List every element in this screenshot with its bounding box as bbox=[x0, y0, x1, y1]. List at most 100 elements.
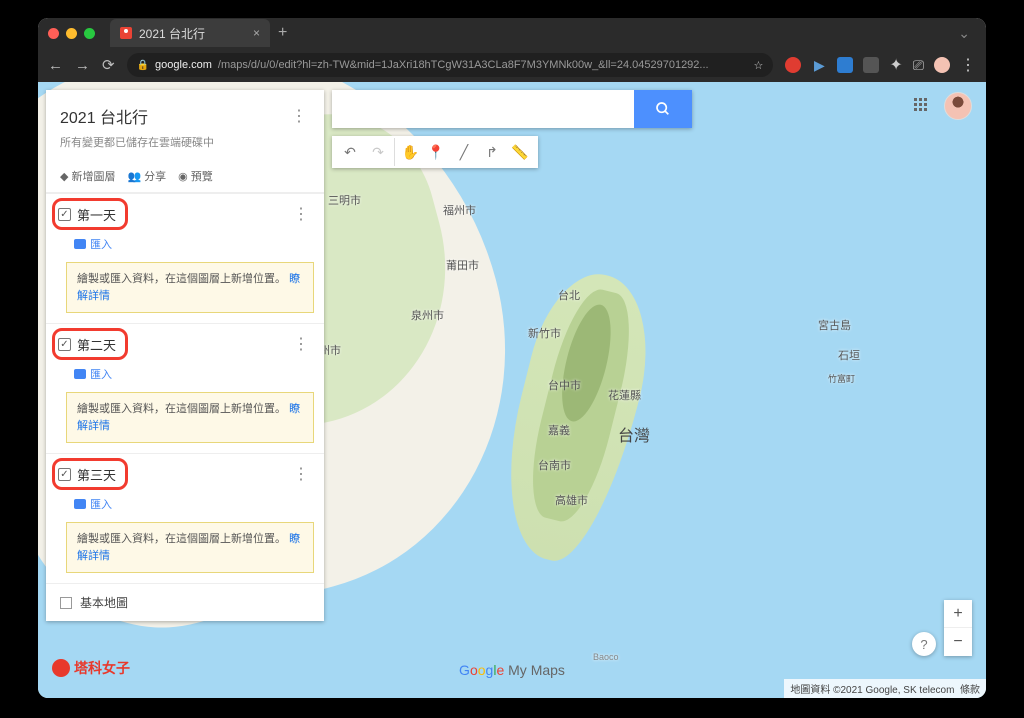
google-mymaps-logo: Google My Maps bbox=[459, 662, 565, 678]
checkbox-icon: ✓ bbox=[58, 208, 71, 221]
tab-title: 2021 台北行 bbox=[139, 25, 205, 42]
city-label: 高雄市 bbox=[555, 492, 588, 508]
import-button[interactable]: 匯入 bbox=[46, 234, 324, 258]
zoom-out-button[interactable]: − bbox=[944, 628, 972, 656]
extensions-menu-icon[interactable]: ✦ bbox=[889, 55, 902, 75]
minimize-window-button[interactable] bbox=[66, 28, 77, 39]
layer-menu-icon[interactable]: ⋮ bbox=[289, 334, 312, 354]
map-attribution: 地圖資料 ©2021 Google, SK telecom 條款 bbox=[784, 679, 986, 698]
bookmark-icon[interactable]: ☆ bbox=[754, 59, 764, 72]
checkbox-icon: ✓ bbox=[58, 338, 71, 351]
back-button[interactable]: ← bbox=[48, 57, 63, 74]
import-button[interactable]: 匯入 bbox=[46, 364, 324, 388]
extension-icon[interactable]: ▶ bbox=[811, 57, 827, 73]
window-titlebar: 2021 台北行 × + ⌄ bbox=[38, 18, 986, 48]
browser-window: 2021 台北行 × + ⌄ ← → ⟳ 🔒 google.com /maps/… bbox=[38, 18, 986, 698]
apps-icon[interactable] bbox=[914, 98, 930, 114]
url-input[interactable]: 🔒 google.com /maps/d/u/0/edit?hl=zh-TW&m… bbox=[127, 53, 774, 77]
region-label: 台灣 bbox=[618, 422, 650, 446]
layer-toggle[interactable]: ✓ 第二天 bbox=[58, 335, 116, 354]
search-icon bbox=[655, 101, 671, 117]
account-avatar[interactable] bbox=[944, 92, 972, 120]
url-host: google.com bbox=[155, 59, 212, 71]
terms-link[interactable]: 條款 bbox=[960, 685, 980, 696]
window-menu-icon[interactable]: ⌄ bbox=[958, 25, 976, 42]
city-label: 台中市 bbox=[548, 377, 581, 393]
url-path: /maps/d/u/0/edit?hl=zh-TW&mid=1JaXri18hT… bbox=[218, 59, 709, 71]
checkbox-icon: ✓ bbox=[58, 468, 71, 481]
city-label: 莆田市 bbox=[446, 257, 479, 273]
line-tool[interactable]: ╱ bbox=[450, 138, 478, 166]
search-bar bbox=[332, 90, 692, 128]
watermark: 塔科女子 bbox=[52, 658, 130, 678]
preview-button[interactable]: ◉ 預覽 bbox=[178, 168, 213, 184]
layer-item: ✓ 第二天 ⋮ 匯入 繪製或匯入資料，在這個圖層上新增位置。 瞭解詳情 bbox=[46, 323, 324, 443]
city-label: 宮古島 bbox=[818, 317, 851, 333]
basemap-row[interactable]: 基本地圖 bbox=[46, 583, 324, 621]
landmass-taiwan bbox=[485, 262, 667, 571]
city-label: 台北 bbox=[558, 287, 580, 303]
forward-button[interactable]: → bbox=[75, 57, 90, 74]
layer-toggle[interactable]: ✓ 第三天 bbox=[58, 465, 116, 484]
import-button[interactable]: 匯入 bbox=[46, 494, 324, 518]
layer-name: 第三天 bbox=[77, 465, 116, 484]
top-right-controls bbox=[914, 92, 972, 120]
import-icon bbox=[74, 369, 86, 379]
pin-icon bbox=[120, 27, 132, 39]
map-title[interactable]: 2021 台北行 bbox=[60, 104, 148, 128]
lock-icon: 🔒 bbox=[137, 60, 149, 71]
undo-button[interactable]: ↶ bbox=[336, 138, 364, 166]
zoom-in-button[interactable]: + bbox=[944, 600, 972, 628]
extensions-row: ▶ ✦ ⎚ ⋮ bbox=[785, 55, 976, 75]
measure-tool[interactable]: 📏 bbox=[506, 138, 534, 166]
reload-button[interactable]: ⟳ bbox=[102, 56, 115, 74]
extension-icon[interactable] bbox=[863, 57, 879, 73]
cast-icon[interactable]: ⎚ bbox=[913, 57, 924, 74]
map-menu-icon[interactable]: ⋮ bbox=[287, 106, 310, 126]
directions-tool[interactable]: ↱ bbox=[478, 138, 506, 166]
side-panel: 2021 台北行 ⋮ 所有變更都已儲存在雲端硬碟中 ◆ 新增圖層 👥 分享 ◉ … bbox=[46, 90, 324, 621]
layer-name: 第一天 bbox=[77, 205, 116, 224]
layer-menu-icon[interactable]: ⋮ bbox=[289, 464, 312, 484]
layer-name: 第二天 bbox=[77, 335, 116, 354]
city-label: 三明市 bbox=[328, 192, 361, 208]
add-layer-button[interactable]: ◆ 新增圖層 bbox=[60, 168, 115, 184]
close-tab-icon[interactable]: × bbox=[253, 26, 260, 40]
pan-tool[interactable]: ✋ bbox=[394, 138, 422, 166]
address-bar-row: ← → ⟳ 🔒 google.com /maps/d/u/0/edit?hl=z… bbox=[38, 48, 986, 82]
edit-toolbar: ↶ ↷ ✋ 📍 ╱ ↱ 📏 bbox=[332, 136, 538, 168]
extension-icon[interactable] bbox=[837, 57, 853, 73]
traffic-lights bbox=[48, 28, 95, 39]
zoom-control: + − bbox=[944, 600, 972, 656]
help-button[interactable]: ? bbox=[912, 632, 936, 656]
city-label: 嘉義 bbox=[548, 422, 570, 438]
save-status: 所有變更都已儲存在雲端硬碟中 bbox=[60, 134, 310, 150]
city-label: 泉州市 bbox=[411, 307, 444, 323]
redo-button[interactable]: ↷ bbox=[364, 138, 392, 166]
marker-tool[interactable]: 📍 bbox=[422, 138, 450, 166]
city-label: 台南市 bbox=[538, 457, 571, 473]
city-label: Baoco bbox=[593, 652, 619, 662]
import-icon bbox=[74, 239, 86, 249]
layer-item: ✓ 第三天 ⋮ 匯入 繪製或匯入資料，在這個圖層上新增位置。 瞭解詳情 bbox=[46, 453, 324, 573]
browser-tab[interactable]: 2021 台北行 × bbox=[110, 19, 270, 47]
city-label: 石垣 bbox=[838, 347, 860, 363]
search-button[interactable] bbox=[634, 90, 692, 128]
close-window-button[interactable] bbox=[48, 28, 59, 39]
search-input[interactable] bbox=[332, 90, 634, 128]
layer-tip: 繪製或匯入資料，在這個圖層上新增位置。 瞭解詳情 bbox=[66, 262, 314, 313]
layer-menu-icon[interactable]: ⋮ bbox=[289, 204, 312, 224]
profile-avatar-icon[interactable] bbox=[934, 57, 950, 73]
layer-tip: 繪製或匯入資料，在這個圖層上新增位置。 瞭解詳情 bbox=[66, 392, 314, 443]
maximize-window-button[interactable] bbox=[84, 28, 95, 39]
browser-menu-icon[interactable]: ⋮ bbox=[960, 55, 976, 75]
extension-icon[interactable] bbox=[785, 57, 801, 73]
new-tab-button[interactable]: + bbox=[278, 24, 287, 42]
layer-tip: 繪製或匯入資料，在這個圖層上新增位置。 瞭解詳情 bbox=[66, 522, 314, 573]
basemap-label: 基本地圖 bbox=[80, 594, 128, 611]
layer-toggle[interactable]: ✓ 第一天 bbox=[58, 205, 116, 224]
share-button[interactable]: 👥 分享 bbox=[127, 168, 166, 184]
city-label: 福州市 bbox=[443, 202, 476, 218]
city-label: 竹富町 bbox=[828, 372, 855, 385]
city-label: 新竹市 bbox=[528, 325, 561, 341]
